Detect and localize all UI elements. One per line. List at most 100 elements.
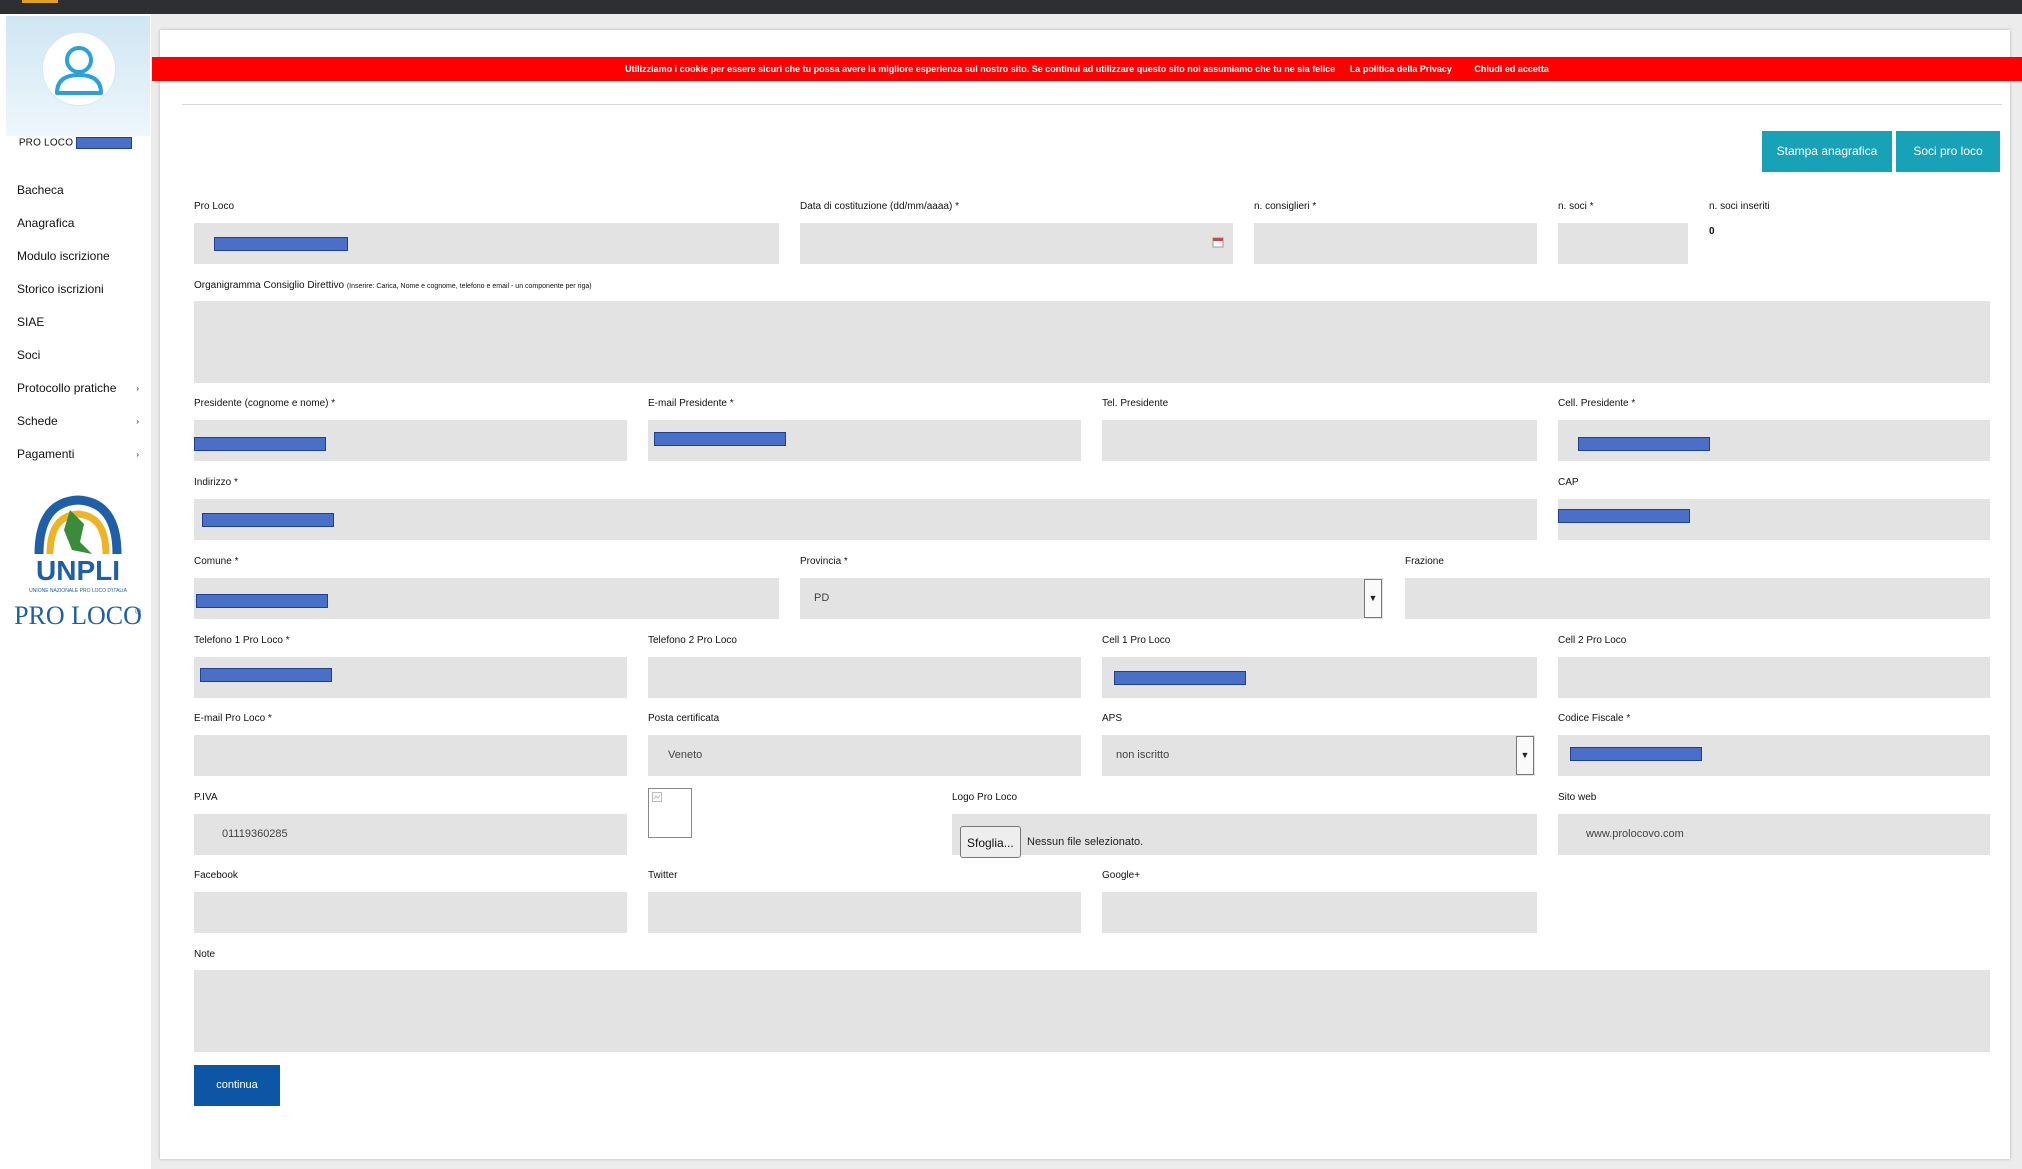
cell1-field[interactable] <box>1102 657 1537 698</box>
sidebar-item-label: Anagrafica <box>17 216 75 230</box>
label-indirizzo: Indirizzo * <box>194 477 238 488</box>
logo-upload-field <box>952 814 1537 855</box>
chevron-down-icon[interactable]: ▼ <box>1364 579 1382 618</box>
indirizzo-field[interactable] <box>194 499 1537 540</box>
cell2-field[interactable] <box>1558 657 1990 698</box>
sidebar-item-label: Bacheca <box>17 183 64 197</box>
cookie-banner: Utilizziamo i cookie per essere sicuri c… <box>152 57 2022 81</box>
top-bar <box>0 0 2022 14</box>
sidebar-item-label: Protocollo pratiche <box>17 381 117 395</box>
redacted-value <box>1114 671 1246 685</box>
label-data-costituzione: Data di costituzione (dd/mm/aaaa) * <box>800 201 959 212</box>
n-soci-field[interactable] <box>1558 223 1688 264</box>
google-field[interactable] <box>1102 892 1537 933</box>
sidebar-item-modulo-iscrizione[interactable]: Modulo iscrizione <box>0 240 151 273</box>
label-organigramma: Organigramma Consiglio Direttivo (Inseri… <box>194 280 592 291</box>
avatar-panel <box>6 16 150 136</box>
redacted-value <box>202 513 334 527</box>
sfoglia-button[interactable]: Sfoglia... <box>960 826 1021 858</box>
label-telefono1: Telefono 1 Pro Loco * <box>194 635 290 646</box>
chevron-right-icon: › <box>136 450 139 459</box>
label-google: Google+ <box>1102 870 1141 881</box>
email-presidente-field[interactable] <box>648 420 1081 461</box>
sidebar-item-label: Storico iscrizioni <box>17 282 104 296</box>
comune-field[interactable] <box>194 578 779 619</box>
label-twitter: Twitter <box>648 870 678 881</box>
tel-presidente-field[interactable] <box>1102 420 1537 461</box>
top-bar-mark <box>22 0 58 3</box>
cap-field[interactable] <box>1558 499 1990 540</box>
sidebar-item-anagrafica[interactable]: Anagrafica <box>0 207 151 240</box>
twitter-field[interactable] <box>648 892 1081 933</box>
facebook-field[interactable] <box>194 892 627 933</box>
sidebar-item-soci[interactable]: Soci <box>0 339 151 372</box>
label-aps: APS <box>1102 713 1123 724</box>
image-placeholder-icon <box>652 792 662 802</box>
n-consiglieri-field[interactable] <box>1254 223 1537 264</box>
organigramma-textarea[interactable] <box>194 301 1990 383</box>
provincia-value: PD <box>814 592 830 604</box>
avatar[interactable] <box>42 32 116 106</box>
redacted-value <box>200 668 332 682</box>
sidebar: PRO LOCO Bacheca Anagrafica Modulo iscri… <box>0 14 151 1169</box>
label-email-proloco: E-mail Pro Loco * <box>194 713 272 724</box>
organigramma-title: Organigramma Consiglio Direttivo <box>194 280 345 291</box>
privacy-link[interactable]: La politica della Privacy <box>1350 64 1452 74</box>
sidebar-item-siae[interactable]: SIAE <box>0 306 151 339</box>
label-note: Note <box>194 949 216 960</box>
label-posta-certificata: Posta certificata <box>648 713 720 724</box>
data-costituzione-field[interactable] <box>800 223 1233 264</box>
aps-value: non iscritto <box>1116 749 1170 761</box>
label-codice-fiscale: Codice Fiscale * <box>1558 713 1631 724</box>
redacted-value <box>214 237 348 251</box>
redacted-value <box>1570 747 1702 761</box>
organigramma-hint: (Inserire: Carica, Nome e cognome, telef… <box>346 283 592 290</box>
codice-fiscale-field[interactable] <box>1558 735 1990 776</box>
label-piva: P.IVA <box>194 792 218 803</box>
calendar-icon[interactable] <box>1212 236 1224 248</box>
chevron-right-icon: › <box>136 384 139 393</box>
note-textarea[interactable] <box>194 970 1990 1052</box>
sidebar-item-protocollo-pratiche[interactable]: Protocollo pratiche › <box>0 372 151 405</box>
soci-pro-loco-button[interactable]: Soci pro loco <box>1896 131 2000 172</box>
label-cap: CAP <box>1558 477 1579 488</box>
label-cell-presidente: Cell. Presidente * <box>1558 398 1636 409</box>
label-facebook: Facebook <box>194 870 238 881</box>
sidebar-item-label: Pagamenti <box>17 447 75 461</box>
sidebar-item-label: Schede <box>17 414 58 428</box>
provincia-select[interactable]: PD <box>800 578 1383 619</box>
n-soci-inseriti-value: 0 <box>1709 226 1715 237</box>
chevron-down-icon[interactable]: ▼ <box>1516 736 1534 775</box>
cookie-message: Utilizziamo i cookie per essere sicuri c… <box>625 64 1336 74</box>
unpli-logo-graphic: UNPLI UNIONE NAZIONALE PRO LOCO D'ITALIA… <box>14 495 142 630</box>
sidebar-item-storico-iscrizioni[interactable]: Storico iscrizioni <box>0 273 151 306</box>
label-cell1: Cell 1 Pro Loco <box>1102 635 1171 646</box>
sidebar-item-pagamenti[interactable]: Pagamenti › <box>0 438 151 471</box>
sito-web-value: www.prolocovo.com <box>1586 828 1684 840</box>
cell-presidente-field[interactable] <box>1558 420 1990 461</box>
file-status: Nessun file selezionato. <box>1027 836 1144 848</box>
email-proloco-field[interactable] <box>194 735 627 776</box>
cookie-accept-link[interactable]: Chiudi ed accetta <box>1474 64 1549 74</box>
telefono1-field[interactable] <box>194 657 627 698</box>
svg-text:UNIONE NAZIONALE PRO LOCO D'IT: UNIONE NAZIONALE PRO LOCO D'ITALIA <box>29 588 127 594</box>
redacted-value <box>654 432 786 446</box>
telefono2-field[interactable] <box>648 657 1081 698</box>
stampa-anagrafica-button[interactable]: Stampa anagrafica <box>1762 131 1892 172</box>
chevron-right-icon: › <box>136 417 139 426</box>
aps-select[interactable]: non iscritto <box>1102 735 1535 776</box>
sidebar-item-bacheca[interactable]: Bacheca <box>0 174 151 207</box>
continua-button[interactable]: continua <box>194 1065 280 1106</box>
redacted-value <box>196 594 328 608</box>
presidente-field[interactable] <box>194 420 627 461</box>
frazione-field[interactable] <box>1405 578 1990 619</box>
user-icon <box>55 46 103 95</box>
pro-loco-field[interactable] <box>194 223 779 264</box>
label-presidente: Presidente (cognome e nome) * <box>194 398 336 409</box>
sidebar-item-schede[interactable]: Schede › <box>0 405 151 438</box>
user-label: PRO LOCO <box>18 137 74 149</box>
redacted-value <box>194 437 326 451</box>
piva-field[interactable]: 01119360285 <box>194 814 627 855</box>
sito-web-field[interactable]: www.prolocovo.com <box>1558 814 1990 855</box>
posta-certificata-field[interactable]: Veneto <box>648 735 1081 776</box>
